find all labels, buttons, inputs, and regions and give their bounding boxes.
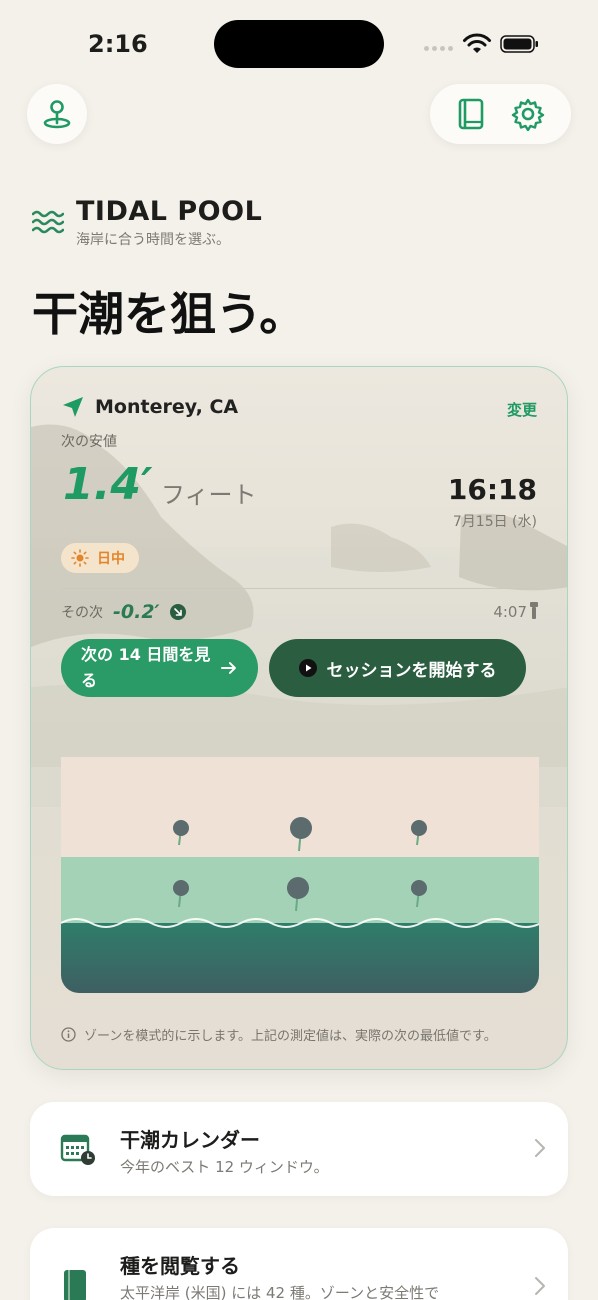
following-low-time: 4:07 — [493, 603, 527, 621]
start-session-button[interactable]: セッションを開始する — [269, 639, 526, 697]
tide-calendar-row[interactable]: 干潮カレンダー 今年のベスト 12 ウィンドウ。 — [30, 1102, 568, 1196]
next-low-time: 16:18 — [447, 473, 537, 506]
view-14-days-label: 次の 14 日間を見る — [81, 645, 211, 690]
following-low-row: その次 -0.2′ — [61, 601, 186, 623]
tide-zone-diagram — [61, 757, 539, 993]
change-location-link[interactable]: 変更 — [507, 399, 537, 420]
book-icon[interactable] — [456, 97, 486, 131]
daylight-badge: 日中 — [61, 543, 139, 573]
location-pin-button[interactable] — [27, 84, 87, 144]
location-arrow-icon — [63, 397, 83, 417]
gear-icon[interactable] — [511, 97, 545, 131]
zone-note: ゾーンを模式的に示します。上記の測定値は、実際の次の最低値です。 — [61, 1025, 497, 1044]
following-low-value: -0.2′ — [113, 601, 160, 623]
status-bar: 2:16 — [0, 0, 598, 90]
next-low-label: 次の安値 — [61, 434, 117, 450]
next-low-date: 7月15日 (水) — [452, 514, 537, 530]
battery-icon — [500, 35, 538, 53]
lower-zone — [61, 923, 539, 993]
dynamic-island — [214, 20, 384, 68]
trend-down-icon — [169, 604, 186, 620]
app-title: TIDAL POOL — [76, 196, 263, 227]
view-14-days-button[interactable]: 次の 14 日間を見る — [61, 639, 258, 697]
following-low-label: その次 — [61, 605, 103, 621]
browse-species-title: 種を閲覧する — [120, 1254, 240, 1278]
field-guide-icon — [64, 1270, 86, 1300]
next-low-value: 1.4′ — [63, 459, 153, 510]
app-subtitle: 海岸に合う時間を選ぶ。 — [76, 232, 230, 248]
tide-calendar-subtitle: 今年のベスト 12 ウィンドウ。 — [120, 1158, 329, 1176]
signal-icon — [424, 46, 453, 51]
flashlight-icon — [530, 602, 538, 619]
browse-species-row[interactable]: 種を閲覧する 太平洋岸 (米国) には 42 種。ゾーンと安全性で — [30, 1228, 568, 1300]
daylight-badge-label: 日中 — [97, 551, 125, 567]
chevron-right-icon — [535, 1277, 545, 1295]
brand-header: TIDAL POOL 海岸に合う時間を選ぶ。 — [32, 196, 262, 249]
calendar-clock-icon — [60, 1134, 95, 1165]
start-session-label: セッションを開始する — [326, 660, 497, 681]
waves-icon — [32, 210, 64, 234]
divider — [61, 588, 537, 589]
location-name: Monterey, CA — [95, 396, 239, 418]
tide-card: Monterey, CA 変更 次の安値 1.4′ フィート 16:18 7月1… — [30, 366, 568, 1070]
browse-species-subtitle: 太平洋岸 (米国) には 42 種。ゾーンと安全性で — [120, 1284, 440, 1300]
tide-calendar-title: 干潮カレンダー — [120, 1128, 260, 1152]
top-actions-pill — [430, 84, 571, 144]
page-headline: 干潮を狙う。 — [32, 287, 306, 341]
location-row: Monterey, CA — [61, 395, 238, 419]
chevron-right-icon — [535, 1139, 545, 1157]
zone-note-text: ゾーンを模式的に示します。上記の測定値は、実際の次の最低値です。 — [84, 1029, 497, 1044]
info-icon — [61, 1027, 76, 1042]
wifi-icon — [463, 33, 491, 53]
sun-icon — [71, 549, 89, 567]
status-time: 2:16 — [88, 30, 148, 58]
map-pin-icon — [43, 100, 71, 129]
play-circle-icon — [298, 659, 317, 677]
height-unit: フィート — [161, 481, 257, 509]
arrow-right-icon — [221, 662, 237, 674]
